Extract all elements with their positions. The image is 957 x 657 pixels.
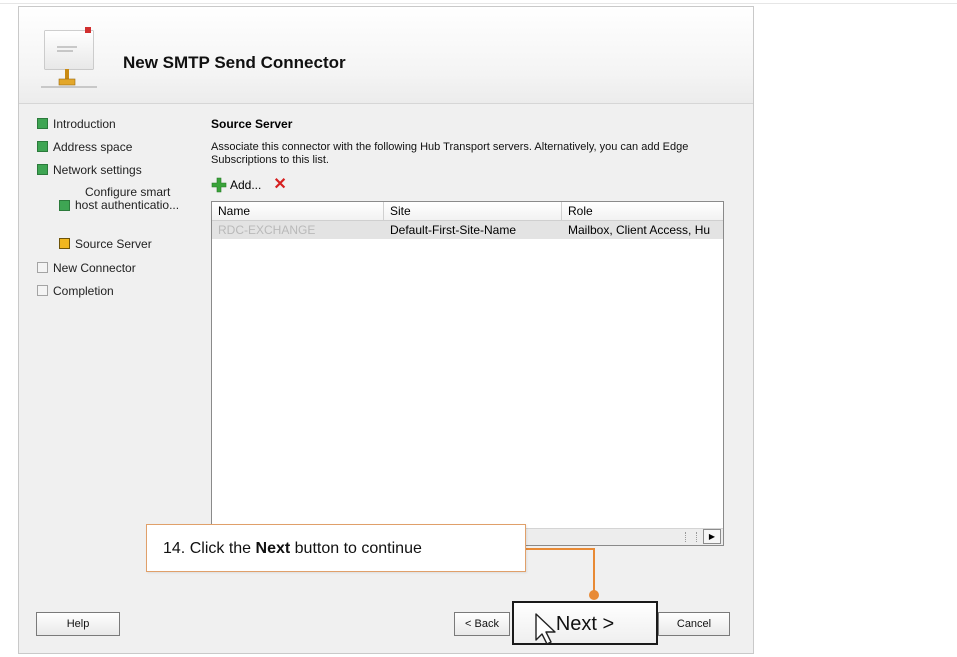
nav-item-label: Source Server: [75, 237, 152, 251]
add-button-label: Add...: [230, 178, 262, 192]
nav-item-new-connector: New Connector: [37, 261, 136, 275]
cell-name: RDC-EXCHANGE: [218, 223, 316, 237]
table-row[interactable]: RDC-EXCHANGE Default-First-Site-Name Mai…: [212, 221, 723, 239]
column-header-site[interactable]: Site: [384, 202, 562, 220]
nav-item-label: Configure smart host authenticatio...: [75, 185, 180, 212]
nav-item-label: Network settings: [53, 163, 142, 177]
wizard-title: New SMTP Send Connector: [123, 53, 346, 72]
top-divider: [0, 3, 957, 4]
scroll-right-arrow-icon[interactable]: ▶: [703, 529, 721, 544]
nav-item-label: Address space: [53, 140, 133, 154]
step-complete-icon: [37, 118, 48, 129]
help-button[interactable]: Help: [36, 612, 120, 636]
section-description: Associate this connector with the follow…: [211, 141, 689, 166]
nav-item-label: Introduction: [53, 117, 116, 131]
cancel-button[interactable]: Cancel: [658, 612, 730, 636]
nav-item-network-settings: Network settings: [37, 163, 142, 177]
nav-item-smart-host-auth: Configure smart host authenticatio...: [59, 186, 179, 212]
remove-x-icon[interactable]: ✕: [273, 177, 286, 193]
step-pending-icon: [37, 285, 48, 296]
column-header-name[interactable]: Name: [212, 202, 384, 220]
add-button[interactable]: Add...: [211, 177, 261, 193]
step-current-icon: [59, 238, 70, 249]
nav-item-label: Completion: [53, 284, 114, 298]
callout-emphasis: Next: [255, 540, 291, 557]
back-button[interactable]: < Back: [454, 612, 510, 636]
section-title: Source Server: [211, 117, 293, 131]
cell-role: Mailbox, Client Access, Hu: [568, 223, 711, 237]
nav-item-source-server: Source Server: [59, 237, 152, 251]
list-header: Name Site Role: [212, 202, 723, 221]
nav-item-completion: Completion: [37, 284, 114, 298]
smtp-connector-icon: [41, 27, 97, 88]
cell-site: Default-First-Site-Name: [390, 223, 517, 237]
list-toolbar: Add... ✕: [211, 177, 287, 193]
callout-leader-dot: [589, 590, 599, 600]
scrollbar-grip: [685, 532, 697, 542]
source-servers-list[interactable]: Name Site Role RDC-EXCHANGE Default-Firs…: [211, 201, 724, 546]
step-complete-icon: [37, 164, 48, 175]
callout-text: Click the: [189, 540, 252, 557]
step-complete-icon: [37, 141, 48, 152]
mouse-cursor-icon: [535, 613, 556, 645]
add-plus-icon: [211, 177, 227, 193]
step-pending-icon: [37, 262, 48, 273]
nav-item-introduction: Introduction: [37, 117, 116, 131]
nav-item-address-space: Address space: [37, 140, 132, 154]
callout-leader-line: [593, 548, 595, 596]
callout-step-number: 14.: [163, 540, 186, 557]
tutorial-callout: 14. Click the Next button to continue: [146, 524, 526, 572]
callout-leader-line: [526, 548, 594, 550]
wizard-header: New SMTP Send Connector: [19, 7, 753, 104]
nav-item-label: New Connector: [53, 261, 136, 275]
callout-text: button to continue: [294, 540, 422, 557]
column-header-role[interactable]: Role: [562, 202, 723, 220]
step-complete-icon: [59, 200, 70, 211]
